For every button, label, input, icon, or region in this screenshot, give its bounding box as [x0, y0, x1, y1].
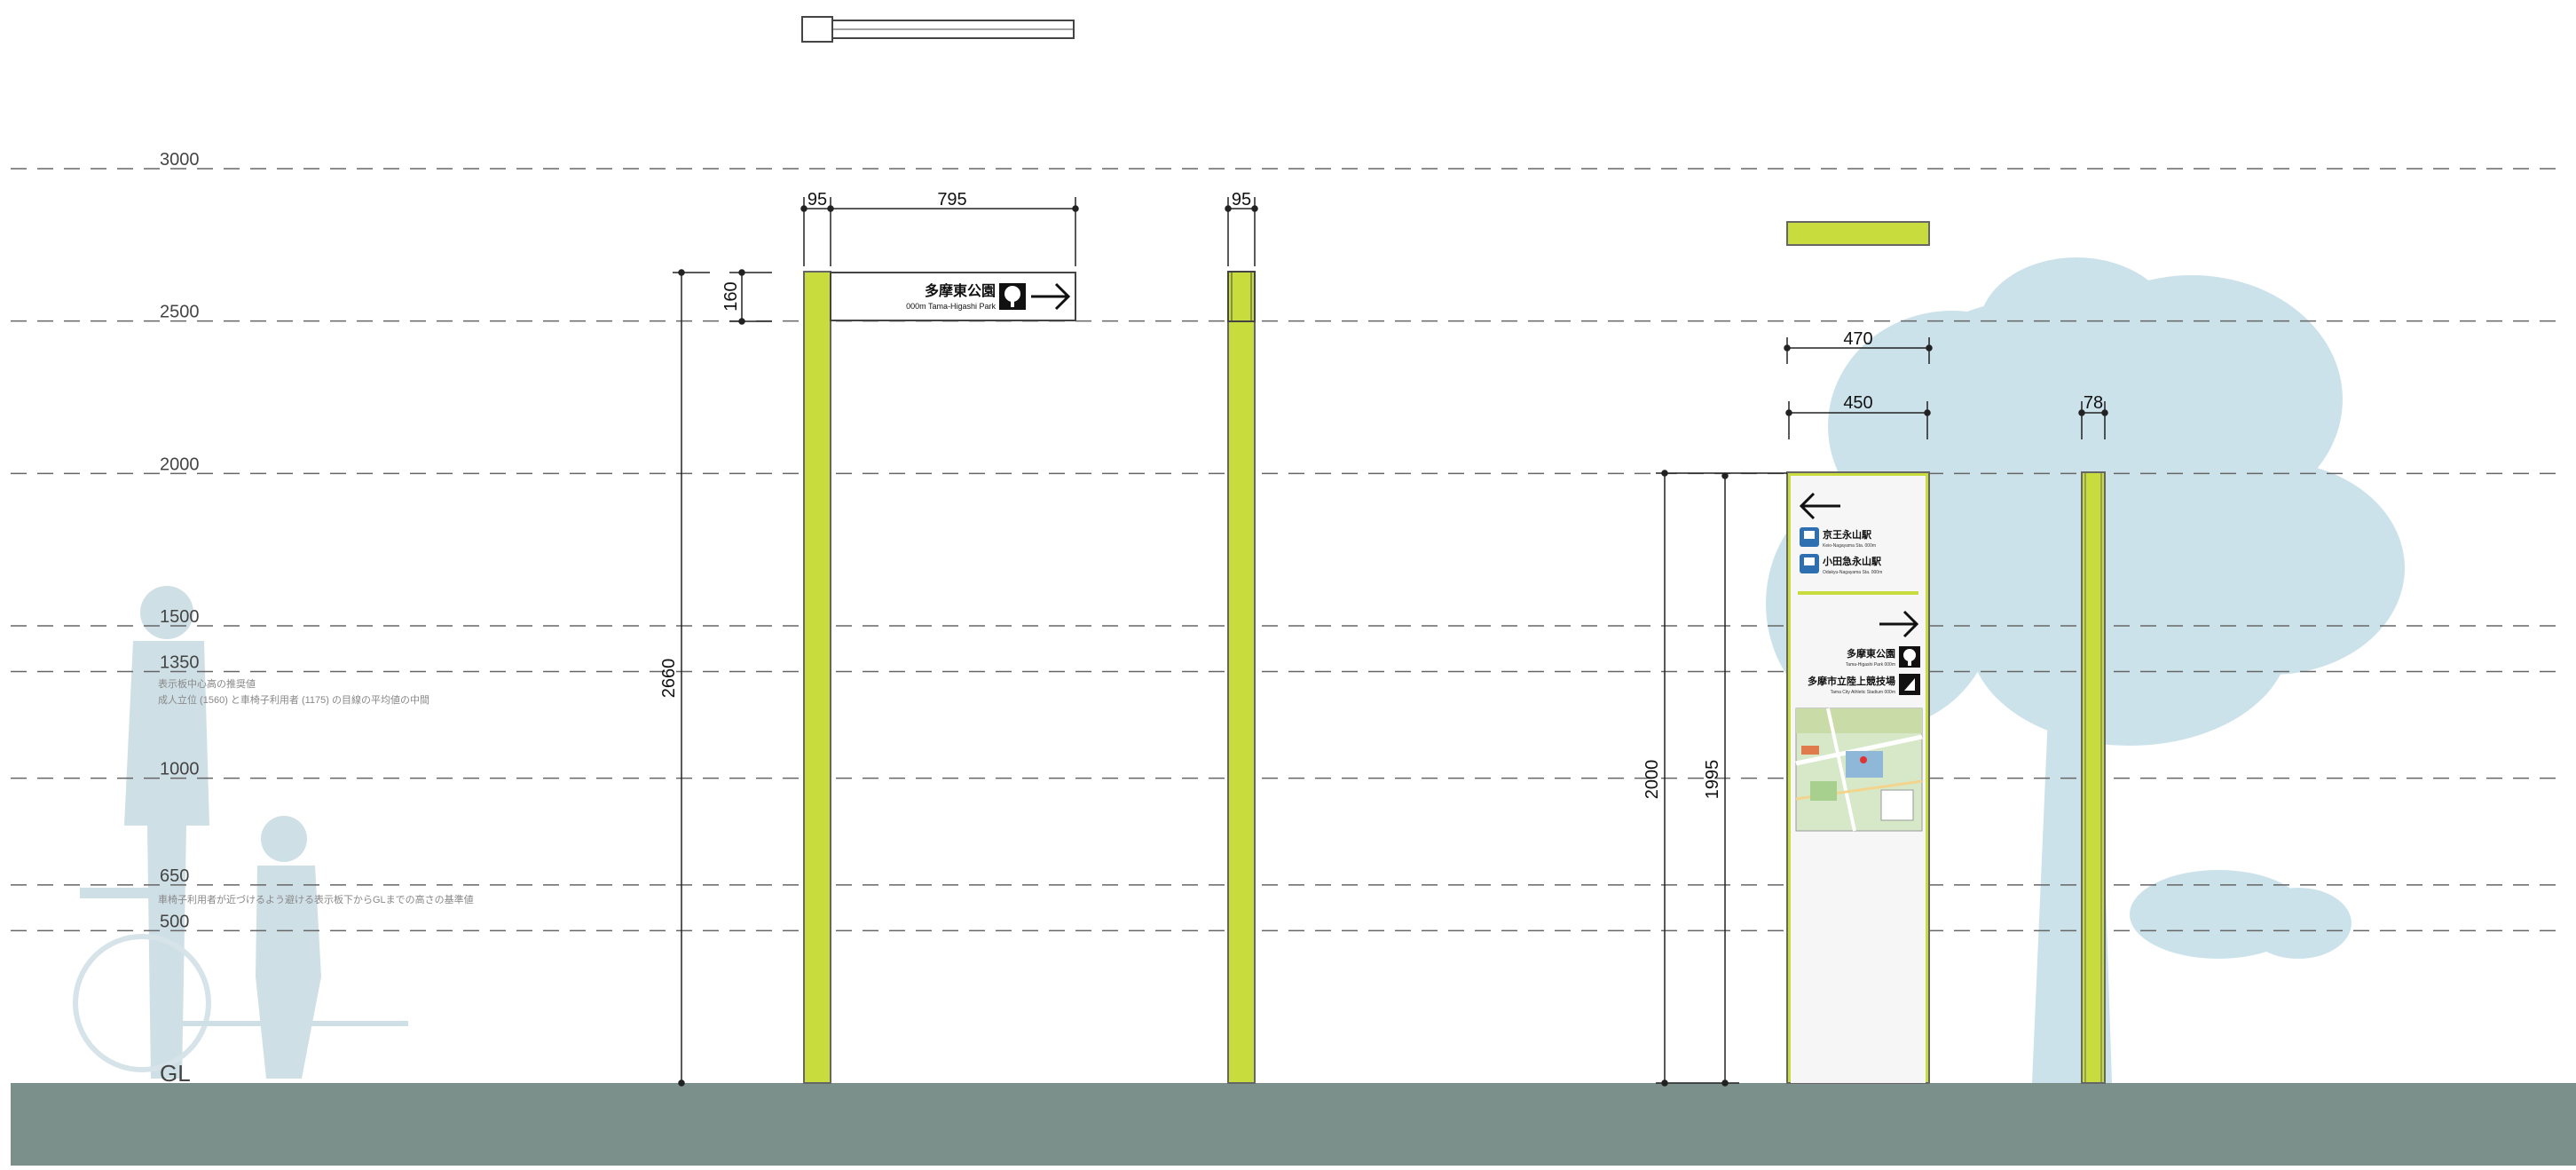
station-1-sub: Keio-Nagayama Sta. 000m: [1823, 543, 1876, 549]
dim-thin-post-width: 78: [2084, 393, 2103, 413]
train-icon: [1800, 527, 1819, 547]
station-2-name: 小田急永山駅: [1822, 555, 1881, 567]
side-view-post: [1227, 271, 1256, 1084]
dim-side-post-width: 95: [1232, 190, 1251, 209]
level-label: 2000: [160, 455, 200, 474]
arm-sign-title: 多摩東公園: [925, 282, 996, 299]
station-2-sub: Odakyu-Nagayama Sta. 000m: [1823, 570, 1882, 575]
level-label: 1350: [160, 653, 200, 673]
park-icon: [999, 283, 1026, 310]
ground-label: GL: [160, 1060, 191, 1087]
dim-arm-length: 795: [937, 190, 966, 209]
level-label: 2500: [160, 303, 200, 322]
panel-stadium-sub: Tama City Athletic Stadium 000m: [1831, 690, 1895, 695]
panel-park-sub: Tama-Higashi Park 000m: [1846, 662, 1895, 668]
park-icon: [1899, 646, 1920, 668]
note-1350-line1: 表示板中心高の推奨値: [158, 677, 256, 690]
note-1350-line2: 成人立位 (1560) と車椅子利用者 (1175) の目線の平均値の中間: [158, 693, 429, 706]
elevation-svg: 3000 2500 2000 1500 1350 1000 650 500 表示板中心高の推奨…: [11, 16, 2576, 1166]
arm-sign-plan-view: [801, 16, 1075, 43]
map-icon: [1795, 708, 1923, 832]
dim-panel-width: 470: [1843, 329, 1872, 349]
pillar-top-plan: [1786, 221, 1930, 246]
dim-panel-height: 2000: [1642, 760, 1662, 800]
note-650: 車椅子利用者が近づけるよう避ける表示板下からGLまでの高さの基準値: [158, 893, 474, 905]
ground: [11, 1083, 2576, 1166]
dim-post-width: 95: [807, 190, 827, 209]
level-label: 3000: [160, 150, 200, 170]
panel-park-name: 多摩東公園: [1847, 647, 1895, 660]
panel-stadium-name: 多摩市立陸上競技場: [1808, 675, 1895, 687]
level-label: 1000: [160, 760, 200, 779]
stadium-icon: [1899, 674, 1920, 695]
arm-sign-post: 多摩東公園 000m Tama-Higashi Park: [803, 271, 1076, 1084]
level-label: 1500: [160, 607, 200, 627]
sign-elevation-drawing: 3000 2500 2000 1500 1350 1000 650 500 表示板中心高の推奨…: [0, 0, 2576, 1166]
train-icon: [1800, 554, 1819, 573]
level-label: 650: [160, 866, 189, 886]
dim-panel-height-2: 1995: [1703, 760, 1722, 800]
dim-panel-inner-width: 450: [1843, 393, 1872, 413]
level-label: 500: [160, 912, 189, 931]
dim-total-height: 2660: [659, 659, 679, 699]
thin-post: [2081, 471, 2106, 1084]
dim-sign-height: 160: [721, 281, 741, 311]
person-silhouettes: [73, 586, 408, 1079]
arm-sign-subtitle: 000m Tama-Higashi Park: [906, 302, 996, 311]
station-1-name: 京王永山駅: [1823, 528, 1871, 541]
